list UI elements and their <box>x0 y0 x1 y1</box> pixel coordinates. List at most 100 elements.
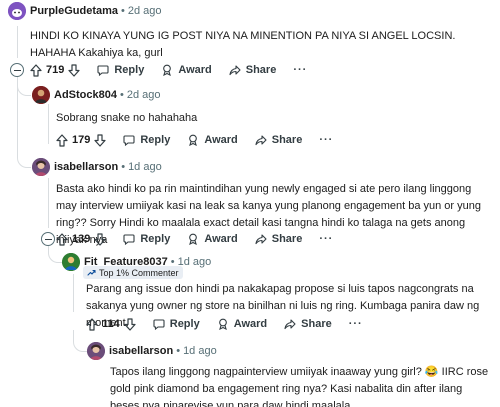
reply-icon <box>123 135 135 146</box>
share-icon <box>255 135 267 146</box>
timestamp[interactable]: 2d ago <box>127 89 161 101</box>
avatar-icon <box>87 342 105 360</box>
trending-icon <box>87 269 96 276</box>
username[interactable]: AdStock804 <box>54 89 117 101</box>
thread-line-root <box>17 26 18 58</box>
comment-header: AdStock804 • 2d ago <box>32 85 161 105</box>
timestamp[interactable]: 1d ago <box>178 256 212 268</box>
avatar[interactable] <box>62 253 80 271</box>
reply-button[interactable]: Reply <box>123 233 170 245</box>
downvote-icon[interactable] <box>68 63 80 77</box>
award-label: Award <box>233 318 268 330</box>
reply-button[interactable]: Reply <box>123 134 170 146</box>
vote-group: 139 <box>56 232 106 246</box>
reply-icon <box>97 65 109 76</box>
avatar-icon <box>32 158 50 176</box>
share-label: Share <box>245 64 277 76</box>
separator-dot: • <box>119 89 124 101</box>
comment-actions: 179 Reply Award Share ··· <box>56 129 333 151</box>
timestamp[interactable]: 1d ago <box>128 161 162 173</box>
upvote-icon[interactable] <box>30 63 42 77</box>
vote-count: 114 <box>102 318 120 330</box>
reply-label: Reply <box>169 318 200 330</box>
award-button[interactable]: Award <box>217 318 267 330</box>
top-commenter-badge: Top 1% Commenter <box>83 266 183 279</box>
share-label: Share <box>271 233 303 245</box>
award-icon <box>218 318 227 330</box>
comment-body: Tapos ilang linggong nagpainterview umii… <box>110 364 494 407</box>
more-options-button[interactable]: ··· <box>349 318 363 330</box>
downvote-icon[interactable] <box>124 317 136 331</box>
separator-dot: • <box>176 345 181 357</box>
avatar-icon <box>32 86 50 104</box>
comment-body: HINDI KO KINAYA YUNG IG POST NIYA NA MIN… <box>30 30 456 59</box>
comment-header: PurpleGudetama • 2d ago <box>8 1 162 21</box>
username[interactable]: PurpleGudetama <box>30 5 118 17</box>
laughing-emoji: 😂 <box>424 366 439 378</box>
upvote-icon[interactable] <box>56 133 68 147</box>
avatar[interactable] <box>8 2 26 20</box>
vote-count: 139 <box>72 233 91 245</box>
award-label: Award <box>178 64 212 76</box>
comment-header: isabellarson • 1d ago <box>32 157 162 177</box>
downvote-icon[interactable] <box>94 232 106 246</box>
collapse-thread-button[interactable] <box>41 232 55 246</box>
thread-hook <box>17 70 31 168</box>
share-label: Share <box>271 134 303 146</box>
reply-icon <box>123 234 135 245</box>
share-label: Share <box>301 318 332 330</box>
vote-count: 719 <box>46 64 65 76</box>
separator-dot: • <box>121 161 126 173</box>
upvote-icon[interactable] <box>56 232 68 246</box>
award-button[interactable]: Award <box>161 64 212 76</box>
more-options-button[interactable]: ··· <box>319 134 333 146</box>
vote-group: 114 <box>86 317 136 331</box>
thread-line <box>73 274 74 312</box>
username[interactable]: isabellarson <box>109 345 173 357</box>
downvote-icon[interactable] <box>94 133 106 147</box>
vote-group: 179 <box>56 133 106 147</box>
upvote-icon[interactable] <box>86 317 98 331</box>
reply-button[interactable]: Reply <box>153 318 200 330</box>
comment-actions: 139 Reply Award Share ··· <box>56 228 333 250</box>
more-options-button[interactable]: ··· <box>293 64 307 76</box>
share-icon <box>255 234 267 245</box>
share-button[interactable]: Share <box>255 233 303 245</box>
award-icon <box>163 64 172 76</box>
reply-label: Reply <box>140 233 171 245</box>
thread-line <box>48 104 49 144</box>
award-label: Award <box>204 233 238 245</box>
award-icon <box>189 134 198 146</box>
more-options-button[interactable]: ··· <box>319 233 333 245</box>
reply-label: Reply <box>114 64 145 76</box>
reply-button[interactable]: Reply <box>97 64 144 76</box>
award-icon <box>189 233 198 245</box>
reply-label: Reply <box>140 134 171 146</box>
share-button[interactable]: Share <box>255 134 303 146</box>
avatar[interactable] <box>32 158 50 176</box>
share-button[interactable]: Share <box>284 318 332 330</box>
collapse-thread-button[interactable] <box>10 63 24 77</box>
share-icon <box>229 65 241 76</box>
award-button[interactable]: Award <box>187 233 238 245</box>
vote-group: 719 <box>30 63 80 77</box>
timestamp[interactable]: 1d ago <box>183 345 217 357</box>
reply-icon <box>153 319 165 330</box>
comment-header: isabellarson • 1d ago <box>87 341 217 361</box>
award-button[interactable]: Award <box>187 134 238 146</box>
comment-actions: 114 Reply Award Share ··· <box>86 313 363 335</box>
share-button[interactable]: Share <box>229 64 277 76</box>
avatar-icon <box>62 253 80 271</box>
avatar[interactable] <box>32 86 50 104</box>
award-label: Award <box>204 134 238 146</box>
comment-body: Sobrang snake no hahahaha <box>56 112 198 124</box>
username[interactable]: isabellarson <box>54 161 118 173</box>
comment-actions: 719 Reply Award Share ··· <box>30 59 307 81</box>
avatar[interactable] <box>87 342 105 360</box>
vote-count: 179 <box>72 134 91 146</box>
thread-line <box>48 178 49 228</box>
separator-dot: • <box>121 5 125 17</box>
comment-text-part: Tapos ilang linggong nagpainterview umii… <box>110 366 425 378</box>
avatar-snoo-icon <box>8 2 26 20</box>
timestamp[interactable]: 2d ago <box>128 5 162 17</box>
